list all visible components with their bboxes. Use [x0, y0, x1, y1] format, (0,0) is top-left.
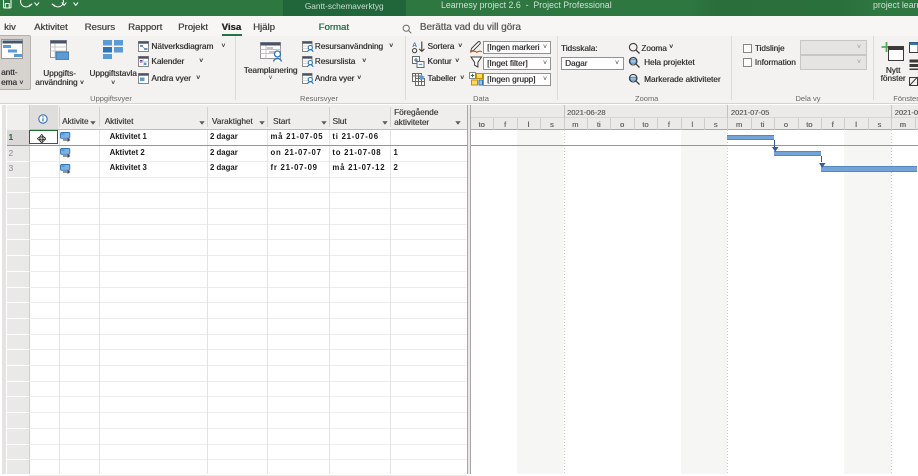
svg-text:A: A: [412, 41, 417, 48]
